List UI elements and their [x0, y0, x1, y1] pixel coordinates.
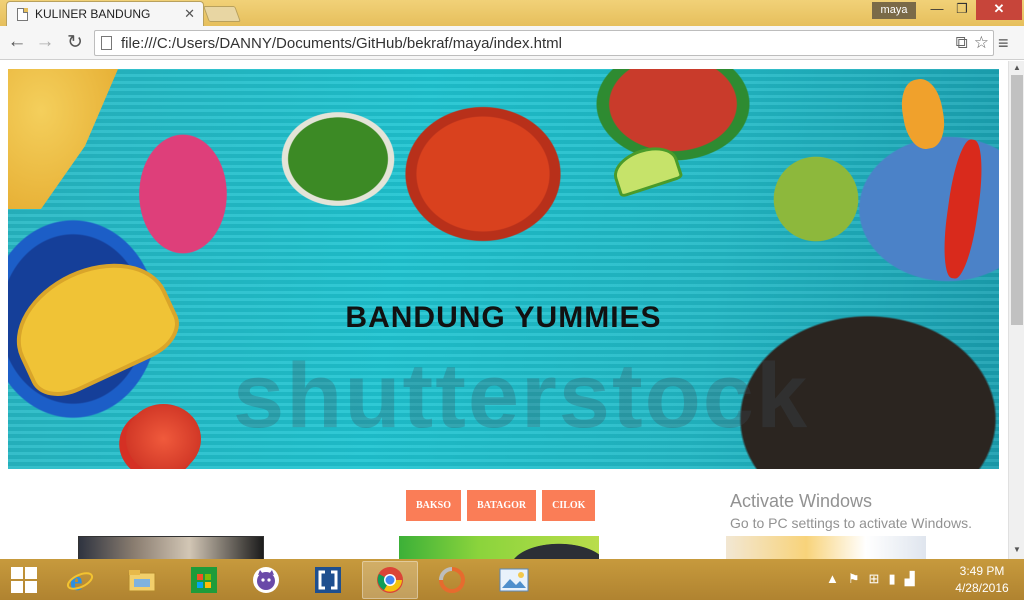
- scroll-up-icon[interactable]: ▲: [1013, 63, 1021, 72]
- category-button-cilok[interactable]: CILOK: [542, 490, 596, 521]
- photos-icon[interactable]: [486, 561, 542, 599]
- back-arrow-icon[interactable]: ←: [6, 31, 28, 53]
- scroll-down-icon[interactable]: ▼: [1013, 545, 1021, 554]
- internet-explorer-icon[interactable]: e: [52, 561, 108, 599]
- page-icon: [17, 7, 28, 21]
- category-button-batagor[interactable]: BATAGOR: [467, 490, 537, 521]
- watermark: shutterstock: [233, 345, 810, 447]
- tomato-image: [126, 404, 201, 469]
- start-button[interactable]: [10, 566, 38, 594]
- clock[interactable]: 3:49 PM 4/28/2016: [946, 563, 1018, 597]
- battery-icon[interactable]: ▮: [888, 571, 895, 587]
- flag-icon[interactable]: ⚑: [848, 571, 860, 587]
- minimize-button[interactable]: —: [926, 0, 948, 20]
- translate-icon[interactable]: ⧉: [956, 33, 968, 53]
- food-thumbnail[interactable]: [78, 536, 264, 559]
- activate-title: Activate Windows: [730, 491, 873, 511]
- category-button-bakso[interactable]: BAKSO: [406, 490, 462, 521]
- windows-icon[interactable]: ⊞: [869, 571, 880, 587]
- tab-close-icon[interactable]: ✕: [184, 6, 195, 22]
- url-text[interactable]: file:///C:/Users/DANNY/Documents/GitHub/…: [121, 35, 562, 52]
- scrollbar-thumb[interactable]: [1011, 75, 1023, 325]
- activate-subtitle: Go to PC settings to activate Windows.: [730, 515, 972, 531]
- menu-icon[interactable]: ≡: [998, 33, 1014, 54]
- file-explorer-icon[interactable]: [114, 561, 170, 599]
- signal-icon[interactable]: ▟: [905, 571, 915, 587]
- food-thumbnail[interactable]: [399, 536, 599, 559]
- chrome-icon[interactable]: [362, 561, 418, 599]
- brackets-icon[interactable]: [300, 561, 356, 599]
- yellow-pepper-image: [897, 76, 949, 152]
- tab-title: KULINER BANDUNG: [35, 7, 151, 21]
- vertical-scrollbar[interactable]: ▲ ▼: [1008, 61, 1024, 559]
- title-bar: KULINER BANDUNG ✕ maya — ❐ ✕: [0, 0, 1024, 26]
- browser-tab[interactable]: KULINER BANDUNG ✕: [6, 1, 204, 26]
- reload-icon[interactable]: ↻: [64, 31, 86, 54]
- clock-time: 3:49 PM: [959, 564, 1005, 578]
- forward-arrow-icon[interactable]: →: [34, 31, 56, 53]
- page-icon: [101, 36, 112, 50]
- address-bar[interactable]: file:///C:/Users/DANNY/Documents/GitHub/…: [94, 30, 994, 56]
- taskbar: e ▲ ⚑ ⊞ ▮ ▟ 3:49 PM 4/28/2016: [0, 559, 1024, 600]
- browser-toolbar: ← → ↻ file:///C:/Users/DANNY/Documents/G…: [0, 26, 1024, 60]
- nachos-image: [8, 69, 118, 209]
- clock-date: 4/28/2016: [955, 581, 1009, 595]
- new-tab-button[interactable]: [203, 6, 241, 22]
- hero-banner: shutterstock BANDUNG YUMMIES: [8, 69, 999, 469]
- store-icon[interactable]: [176, 561, 232, 599]
- maximize-button[interactable]: ❐: [950, 0, 974, 20]
- lime-image: [608, 139, 684, 199]
- hero-title: BANDUNG YUMMIES: [345, 301, 662, 334]
- show-hidden-icons-icon[interactable]: ▲: [826, 571, 839, 587]
- food-thumbnail[interactable]: [726, 536, 926, 559]
- page-viewport: shutterstock BANDUNG YUMMIES BAKSO BATAG…: [0, 61, 1008, 559]
- activate-windows-watermark: Activate Windows Go to PC settings to ac…: [730, 491, 972, 531]
- github-icon[interactable]: [238, 561, 294, 599]
- close-window-button[interactable]: ✕: [976, 0, 1022, 20]
- category-buttons: BAKSO BATAGOR CILOK: [406, 490, 596, 521]
- app-icon[interactable]: [424, 561, 480, 599]
- system-tray: ▲ ⚑ ⊞ ▮ ▟: [826, 571, 915, 587]
- profile-badge[interactable]: maya: [872, 2, 916, 19]
- bookmark-star-icon[interactable]: ☆: [974, 33, 989, 53]
- red-pepper-image: [938, 137, 988, 281]
